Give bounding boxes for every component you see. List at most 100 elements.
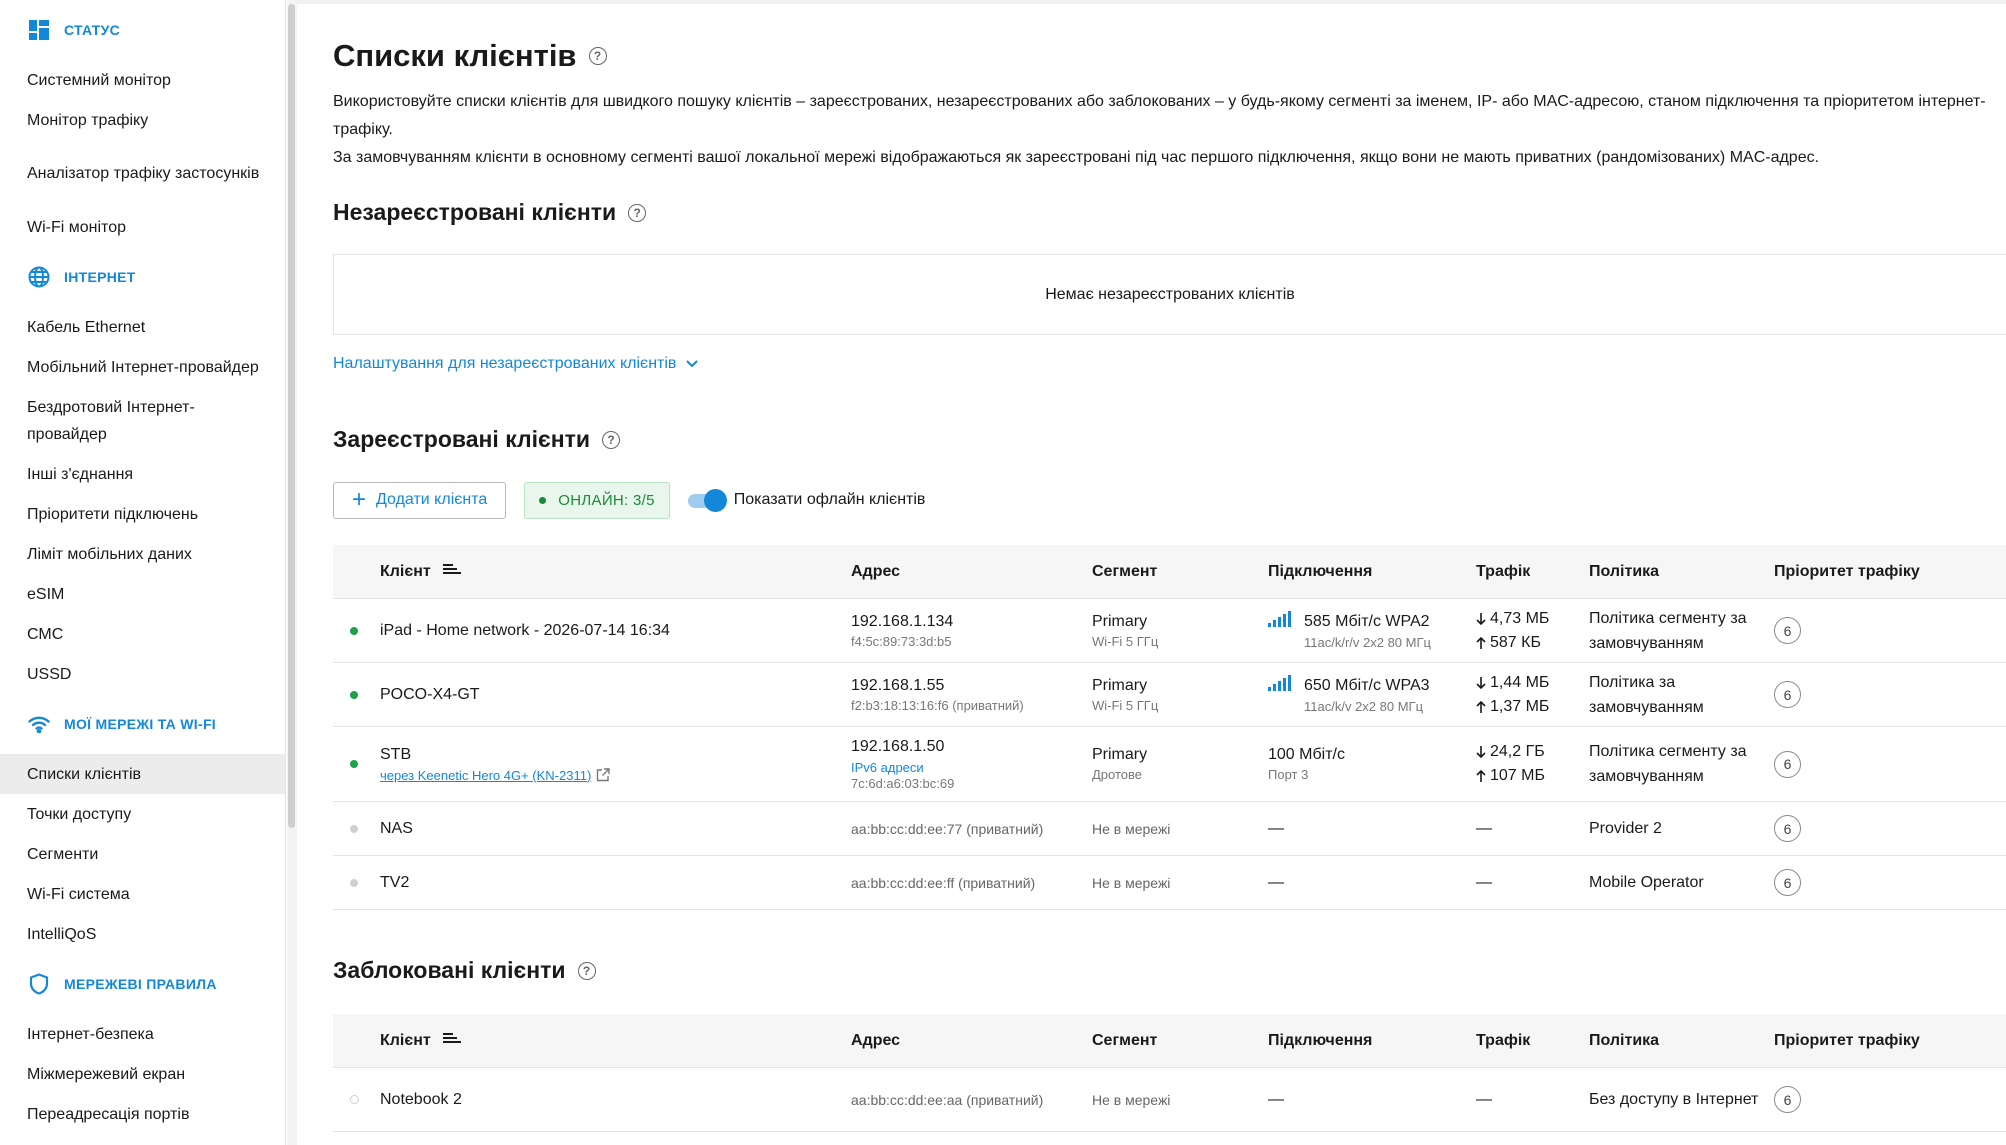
- priority-cell: 6: [1774, 727, 1801, 801]
- sidebar-item-wifi-system[interactable]: Wi-Fi система: [0, 874, 285, 914]
- header-priority[interactable]: Пріоритет трафіку: [1774, 1014, 1920, 1067]
- client-name[interactable]: NAS: [380, 820, 413, 838]
- traffic-cell: 4,73 МБ 587 КБ: [1476, 599, 1549, 662]
- sidebar-section-label: СТАТУС: [64, 22, 121, 38]
- header-priority[interactable]: Пріоритет трафіку: [1774, 545, 1920, 598]
- via-device-link[interactable]: через Keenetic Hero 4G+ (KN-2311): [380, 768, 610, 783]
- sidebar-item-intelliqos[interactable]: IntelliQoS: [0, 914, 285, 954]
- header-connection[interactable]: Підключення: [1268, 545, 1372, 598]
- header-policy[interactable]: Політика: [1589, 1014, 1759, 1067]
- help-icon[interactable]: ?: [602, 430, 620, 449]
- priority-cell: 6: [1774, 802, 1801, 855]
- priority-cell: 6: [1774, 599, 1801, 662]
- sidebar-item-access-points[interactable]: Точки доступу: [0, 794, 285, 834]
- header-traffic[interactable]: Трафік: [1476, 545, 1530, 598]
- sidebar-item-port-forwarding[interactable]: Переадресація портів: [0, 1094, 285, 1134]
- table-row[interactable]: STB через Keenetic Hero 4G+ (KN-2311) 19…: [333, 727, 2006, 802]
- header-traffic[interactable]: Трафік: [1476, 1014, 1530, 1067]
- arrow-down-icon: [1476, 746, 1486, 758]
- priority-cell: 6: [1774, 1068, 1801, 1131]
- sidebar-item-internet-safety[interactable]: Інтернет-безпека: [0, 1014, 285, 1054]
- priority-badge[interactable]: 6: [1774, 815, 1801, 842]
- table-row[interactable]: TV2 aa:bb:cc:dd:ee:ff (приватний) Не в м…: [333, 856, 2006, 910]
- sidebar-section-internet[interactable]: ІНТЕРНЕТ: [0, 247, 285, 307]
- segment-offline: Не в мережі: [1092, 1091, 1171, 1108]
- show-offline-toggle[interactable]: [687, 489, 727, 512]
- connection-details: 11ac/k/r/v 2x2 80 МГц: [1304, 635, 1431, 650]
- sidebar-section-my-networks[interactable]: МОЇ МЕРЕЖІ ТА WI-FI: [0, 694, 285, 754]
- client-name[interactable]: STB: [380, 746, 610, 764]
- sidebar-item-other-connections[interactable]: Інші з'єднання: [0, 454, 285, 494]
- priority-badge[interactable]: 6: [1774, 681, 1801, 708]
- sidebar-item-esim[interactable]: eSIM: [0, 574, 285, 614]
- sidebar: СТАТУС Системний монітор Монітор трафіку…: [0, 0, 286, 1145]
- client-cell: STB через Keenetic Hero 4G+ (KN-2311): [380, 727, 610, 801]
- header-client[interactable]: Клієнт: [380, 545, 461, 598]
- client-mac: f2:b3:18:13:16:f6 (приватний): [851, 697, 1024, 713]
- priority-badge[interactable]: 6: [1774, 617, 1801, 644]
- traffic-cell: —: [1476, 802, 1492, 855]
- sidebar-item-client-lists[interactable]: Списки клієнтів: [0, 754, 285, 794]
- traffic-cell: —: [1476, 1068, 1492, 1131]
- priority-badge[interactable]: 6: [1774, 750, 1801, 778]
- sidebar-item-wifi-monitor[interactable]: Wi-Fi монітор: [0, 207, 285, 247]
- sidebar-item-wireless-isp[interactable]: Бездротовий Інтернет-провайдер: [0, 387, 285, 454]
- client-name[interactable]: TV2: [380, 874, 409, 892]
- client-name[interactable]: POCO-X4-GT: [380, 686, 480, 704]
- online-count-badge: ОНЛАЙН: 3/5: [524, 481, 670, 519]
- sort-icon[interactable]: [442, 1031, 461, 1050]
- arrow-down-icon: [1476, 612, 1486, 625]
- sidebar-scrollbar-thumb[interactable]: [288, 4, 295, 828]
- online-status-icon: [350, 626, 358, 635]
- help-icon[interactable]: ?: [588, 47, 607, 65]
- unregistered-settings-link[interactable]: Налаштування для незареєстрованих клієнт…: [333, 355, 699, 373]
- priority-badge[interactable]: 6: [1774, 869, 1801, 896]
- priority-badge[interactable]: 6: [1774, 1086, 1801, 1113]
- header-segment[interactable]: Сегмент: [1092, 545, 1157, 598]
- table-row[interactable]: Notebook 2 aa:bb:cc:dd:ee:aa (приватний)…: [333, 1068, 2006, 1132]
- sidebar-item-traffic-monitor[interactable]: Монітор трафіку: [0, 100, 285, 140]
- sidebar-section-network-rules[interactable]: МЕРЕЖЕВІ ПРАВИЛА: [0, 954, 285, 1014]
- help-icon[interactable]: ?: [577, 961, 596, 980]
- client-name[interactable]: Notebook 2: [380, 1091, 462, 1109]
- sidebar-item-segments[interactable]: Сегменти: [0, 834, 285, 874]
- header-client[interactable]: Клієнт: [380, 1014, 461, 1067]
- table-row[interactable]: iPad - Home network - 2026-07-14 16:34 1…: [333, 599, 2006, 663]
- help-icon[interactable]: ?: [628, 203, 647, 222]
- arrow-down-icon: [1476, 676, 1486, 689]
- header-address[interactable]: Адрес: [851, 545, 900, 598]
- sidebar-item-label: Кабель Ethernet: [27, 318, 146, 336]
- client-name[interactable]: iPad - Home network - 2026-07-14 16:34: [380, 622, 670, 640]
- header-address[interactable]: Адрес: [851, 1014, 900, 1067]
- address-cell: aa:bb:cc:dd:ee:aa (приватний): [851, 1068, 1043, 1131]
- segment-cell: Не в мережі: [1092, 1068, 1170, 1131]
- sidebar-section-status[interactable]: СТАТУС: [0, 0, 285, 60]
- sort-icon[interactable]: [442, 562, 461, 581]
- sidebar-item-label: Переадресація портів: [27, 1105, 190, 1123]
- ipv6-link[interactable]: IPv6 адреси: [851, 760, 954, 775]
- header-policy[interactable]: Політика: [1589, 545, 1759, 598]
- sidebar-item-app-traffic-analyzer[interactable]: Аналізатор трафіку застосунків: [0, 140, 285, 207]
- traffic-up: 587 КБ: [1490, 633, 1541, 651]
- sidebar-item-sms[interactable]: СМС: [0, 614, 285, 654]
- sidebar-item-mobile-data-limit[interactable]: Ліміт мобільних даних: [0, 534, 285, 574]
- connection-empty: —: [1268, 873, 1284, 891]
- table-row[interactable]: POCO-X4-GT 192.168.1.55 f2:b3:18:13:16:f6…: [333, 663, 2006, 727]
- header-connection[interactable]: Підключення: [1268, 1014, 1372, 1067]
- page-description-line: За замовчуванням клієнти в основному сег…: [333, 149, 1820, 166]
- add-client-button[interactable]: + Додати клієнта: [333, 481, 507, 519]
- sidebar-item-ethernet[interactable]: Кабель Ethernet: [0, 307, 285, 347]
- traffic-empty: —: [1476, 819, 1492, 837]
- page-description-line: Використовуйте списки клієнтів для швидк…: [333, 93, 1986, 138]
- header-segment[interactable]: Сегмент: [1092, 1014, 1157, 1067]
- table-header: Клієнт Адрес Сегмент Підключення Трафік …: [333, 545, 2006, 599]
- status-cell: [347, 1068, 361, 1131]
- client-mac: aa:bb:cc:dd:ee:ff (приватний): [851, 874, 1036, 891]
- sidebar-item-connection-priorities[interactable]: Пріоритети підключень: [0, 494, 285, 534]
- table-row[interactable]: NAS aa:bb:cc:dd:ee:77 (приватний) Не в м…: [333, 802, 2006, 856]
- sidebar-item-ussd[interactable]: USSD: [0, 654, 285, 694]
- connection-details: Порт 3: [1268, 767, 1309, 782]
- sidebar-item-system-monitor[interactable]: Системний монітор: [0, 60, 285, 100]
- sidebar-item-mobile-isp[interactable]: Мобільний Інтернет-провайдер: [0, 347, 285, 387]
- sidebar-item-firewall[interactable]: Міжмережевий екран: [0, 1054, 285, 1094]
